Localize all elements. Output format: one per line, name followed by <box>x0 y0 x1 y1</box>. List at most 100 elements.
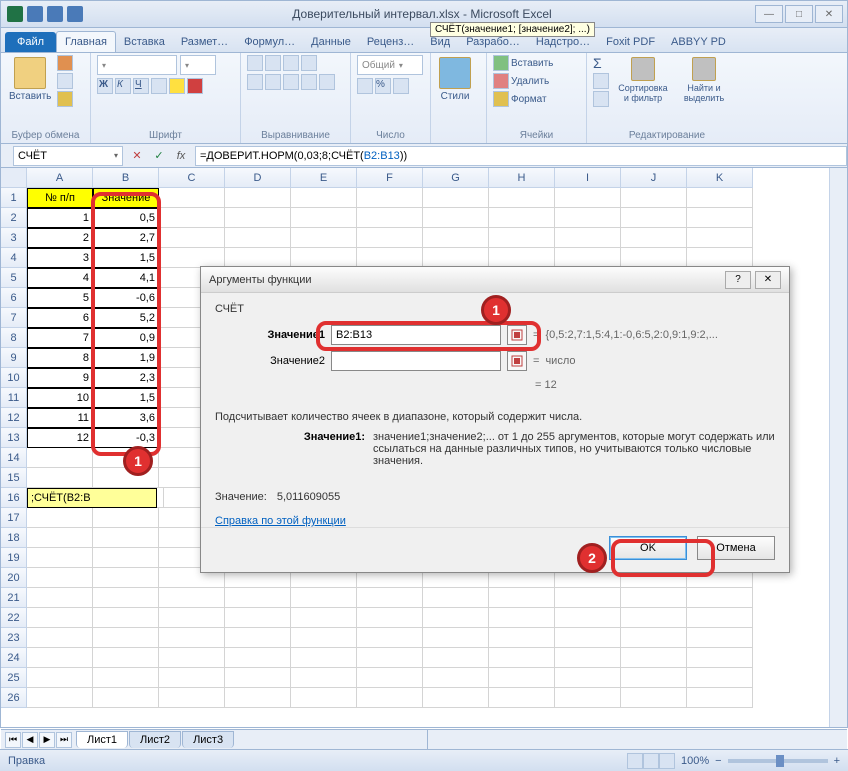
clear-icon[interactable] <box>593 91 609 107</box>
fill-icon[interactable] <box>593 73 609 89</box>
styles-button[interactable]: Стили <box>437 55 473 104</box>
ribbon-tab-6[interactable]: Реценз… <box>359 32 422 52</box>
row-header[interactable]: 14 <box>1 448 27 468</box>
close-button[interactable]: ✕ <box>815 5 843 23</box>
cell[interactable] <box>489 668 555 688</box>
column-header-B[interactable]: B <box>93 168 159 188</box>
row-header[interactable]: 18 <box>1 528 27 548</box>
cell[interactable] <box>687 648 753 668</box>
format-cells-button[interactable]: Формат <box>493 91 580 107</box>
cell[interactable] <box>225 668 291 688</box>
cell[interactable] <box>687 608 753 628</box>
cell[interactable] <box>621 188 687 208</box>
cell[interactable] <box>159 588 225 608</box>
cell[interactable]: 2 <box>27 228 93 248</box>
cell[interactable] <box>225 608 291 628</box>
align-bottom-icon[interactable] <box>283 55 299 71</box>
cell[interactable] <box>93 648 159 668</box>
cell[interactable]: 1 <box>27 208 93 228</box>
redo-icon[interactable] <box>67 6 83 22</box>
cell[interactable] <box>159 248 225 268</box>
column-header-K[interactable]: K <box>687 168 753 188</box>
column-header-I[interactable]: I <box>555 168 621 188</box>
cell[interactable]: 2,7 <box>93 228 159 248</box>
minimize-button[interactable]: — <box>755 5 783 23</box>
row-header[interactable]: 1 <box>1 188 27 208</box>
cell[interactable] <box>555 648 621 668</box>
cell[interactable]: -0,3 <box>93 428 159 448</box>
cell[interactable] <box>291 628 357 648</box>
cell[interactable] <box>489 608 555 628</box>
dialog-help-button[interactable]: ? <box>725 271 751 289</box>
cell[interactable] <box>357 688 423 708</box>
cell[interactable] <box>423 248 489 268</box>
ribbon-tab-11[interactable]: ABBYY PD <box>663 32 734 52</box>
ribbon-tab-5[interactable]: Данные <box>303 32 359 52</box>
comma-icon[interactable] <box>393 78 409 94</box>
ribbon-tab-3[interactable]: Размет… <box>173 32 236 52</box>
ribbon-tab-2[interactable]: Вставка <box>116 32 173 52</box>
cell[interactable]: 8 <box>27 348 93 368</box>
cell[interactable] <box>27 688 93 708</box>
row-header[interactable]: 25 <box>1 668 27 688</box>
cell[interactable] <box>27 628 93 648</box>
cell[interactable] <box>291 588 357 608</box>
row-header[interactable]: 16 <box>1 488 27 508</box>
column-header-E[interactable]: E <box>291 168 357 188</box>
cell[interactable] <box>423 648 489 668</box>
cell[interactable] <box>489 248 555 268</box>
cell[interactable] <box>159 628 225 648</box>
cell[interactable] <box>291 208 357 228</box>
align-right-icon[interactable] <box>283 74 299 90</box>
cell[interactable] <box>93 568 159 588</box>
row-header[interactable]: 17 <box>1 508 27 528</box>
sheet-nav-last[interactable]: ⏭ <box>56 732 72 748</box>
cell[interactable] <box>489 588 555 608</box>
cell[interactable] <box>93 668 159 688</box>
horizontal-scrollbar[interactable] <box>427 729 847 749</box>
insert-cells-button[interactable]: Вставить <box>493 55 580 71</box>
zoom-in-button[interactable]: + <box>834 755 840 767</box>
cell[interactable] <box>489 208 555 228</box>
row-header[interactable]: 13 <box>1 428 27 448</box>
cell[interactable] <box>291 608 357 628</box>
cell[interactable]: 1,9 <box>93 348 159 368</box>
cell[interactable] <box>93 548 159 568</box>
zoom-slider[interactable] <box>728 759 828 763</box>
cell[interactable] <box>27 528 93 548</box>
cell[interactable] <box>687 688 753 708</box>
cell[interactable]: -0,6 <box>93 288 159 308</box>
sort-filter-button[interactable]: Сортировка и фильтр <box>613 55 673 105</box>
cell[interactable] <box>27 588 93 608</box>
cell[interactable] <box>27 508 93 528</box>
bold-icon[interactable]: Ж <box>97 78 113 94</box>
column-header-D[interactable]: D <box>225 168 291 188</box>
sheet-nav-first[interactable]: ⏮ <box>5 732 21 748</box>
cell[interactable] <box>93 688 159 708</box>
italic-icon[interactable]: К <box>115 78 131 94</box>
cell[interactable] <box>225 208 291 228</box>
cell[interactable] <box>291 688 357 708</box>
cell[interactable]: 1,5 <box>93 388 159 408</box>
cell[interactable]: 7 <box>27 328 93 348</box>
row-header[interactable]: 6 <box>1 288 27 308</box>
cell[interactable]: 3,6 <box>93 408 159 428</box>
maximize-button[interactable]: □ <box>785 5 813 23</box>
cell[interactable] <box>423 688 489 708</box>
row-header[interactable]: 10 <box>1 368 27 388</box>
orientation-icon[interactable] <box>301 55 317 71</box>
column-header-J[interactable]: J <box>621 168 687 188</box>
cell[interactable] <box>621 588 687 608</box>
number-format-select[interactable]: Общий▾ <box>357 55 423 75</box>
delete-cells-button[interactable]: Удалить <box>493 73 580 89</box>
cell[interactable] <box>291 648 357 668</box>
cell[interactable]: 10 <box>27 388 93 408</box>
row-header[interactable]: 21 <box>1 588 27 608</box>
cell[interactable] <box>621 668 687 688</box>
cell[interactable]: 4,1 <box>93 268 159 288</box>
arg2-range-picker[interactable] <box>507 351 527 371</box>
copy-icon[interactable] <box>57 73 73 89</box>
cell[interactable]: 5,2 <box>93 308 159 328</box>
cancel-button[interactable]: Отмена <box>697 536 775 560</box>
cell[interactable] <box>621 688 687 708</box>
